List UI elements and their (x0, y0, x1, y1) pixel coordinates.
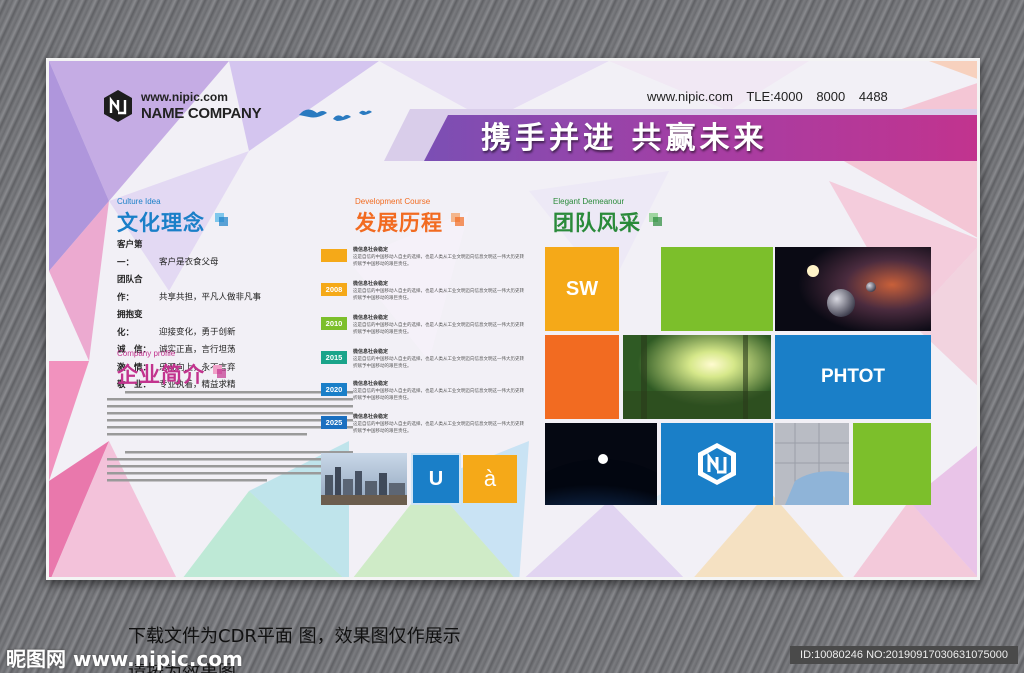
logo-url: www.nipic.com (141, 90, 228, 104)
hexagon-logo-icon (698, 443, 736, 485)
timeline-title: 微信息社会稳定 (353, 281, 389, 287)
timeline-body: 这是自信的中国移动人自主的选择，也是人类从工业文明迈向信息文明这一伟大历史转折赋… (353, 389, 524, 401)
year-badge: 2025 (321, 416, 347, 429)
watermark-id: ID:10080246 NO:20190917030631075000 (790, 646, 1018, 664)
culture-item: 拥抱变化： 迎接变化，勇于创新 (117, 310, 236, 338)
timeline-row: 2025 微信息社会稳定 这是自信的中国移动人自主的选择，也是人类从工业文明迈向… (321, 414, 527, 446)
development-cn-title: 发展历程 (355, 211, 443, 235)
birds-icon (299, 109, 372, 121)
square-icon (219, 217, 228, 226)
hexagon-logo-icon (104, 90, 132, 122)
timeline-title: 微信息社会稳定 (353, 381, 389, 387)
timeline-body: 这是自信的中国移动人自主的选择，也是人类从工业文明迈向信息文明这一伟大历史转折赋… (353, 323, 524, 335)
timeline-body: 这是自信的中国移动人自主的选择，也是人类从工业文明迈向信息文明这一伟大历史转折赋… (353, 357, 524, 369)
timeline-row: 2008 微信息社会稳定 这是自信的中国移动人自主的选择，也是人类从工业文明迈向… (321, 281, 527, 313)
orange-tile (545, 335, 619, 419)
team-en-title: Elegant Demeanour (553, 197, 625, 206)
timeline-row: 2020 微信息社会稳定 这是自信的中国移动人自主的选择，也是人类从工业文明迈向… (321, 381, 527, 413)
office-worker-photo (775, 423, 849, 505)
timeline-title: 微信息社会稳定 (353, 349, 389, 355)
year-badge: 2008 (321, 283, 347, 296)
square-icon (217, 369, 226, 378)
forest-sunlight-photo (623, 335, 771, 419)
timeline-title: 微信息社会稳定 (353, 315, 389, 321)
timeline-title: 微信息社会稳定 (353, 247, 389, 253)
logo-tile (661, 423, 773, 505)
letter-tile-a: à (463, 455, 517, 503)
square-icon (653, 217, 662, 226)
culture-item: 团队合作： 共享共担，平凡人做非凡事 (117, 275, 262, 303)
green-tile (661, 247, 773, 331)
timeline-row: 2015 微信息社会稳定 这是自信的中国移动人自主的选择，也是人类从工业文明迈向… (321, 349, 527, 381)
year-badge (321, 249, 347, 262)
development-en-title: Development Course (355, 197, 431, 206)
green-tile (853, 423, 931, 505)
timeline-body: 这是自信的中国移动人自主的选择，也是人类从工业文明迈向信息文明这一伟大历史转折赋… (353, 255, 524, 267)
display-board: www.nipic.com NAME COMPANY www.nipic.com… (46, 58, 980, 580)
logo-company-name: NAME COMPANY (141, 105, 262, 122)
culture-cn-title: 文化理念 (117, 211, 205, 235)
culture-en-title: Culture Idea (117, 197, 161, 206)
watermark-text: 昵图网 www.nipic.com (6, 647, 243, 671)
company-logo: www.nipic.com NAME COMPANY (101, 89, 262, 123)
contact-info: www.nipic.com TLE:4000 8000 4488 (647, 89, 888, 104)
profile-en-title: Company profile (117, 349, 176, 358)
square-icon (455, 217, 464, 226)
year-badge: 2020 (321, 383, 347, 396)
earth-sunrise-photo (545, 423, 657, 505)
letter-tile-u: U (413, 455, 459, 503)
phtot-tile: PHTOT (775, 335, 931, 419)
year-badge: 2015 (321, 351, 347, 364)
year-badge: 2010 (321, 317, 347, 330)
profile-cn-title: 企业简介 (117, 363, 205, 387)
timeline-row: 2010 微信息社会稳定 这是自信的中国移动人自主的选择，也是人类从工业文明迈向… (321, 315, 527, 347)
city-skyline-photo (321, 453, 407, 505)
timeline-title: 微信息社会稳定 (353, 414, 389, 420)
culture-item: 客户第一： 客户是衣食父母 (117, 240, 219, 268)
timeline-body: 这是自信的中国移动人自主的选择，也是人类从工业文明迈向信息文明这一伟大历史转折赋… (353, 422, 524, 434)
team-cn-title: 团队风采 (553, 211, 641, 235)
space-planets-photo (775, 247, 931, 331)
sw-tile: SW (545, 247, 619, 331)
slogan-title: 携手并进 共赢未来 (481, 121, 768, 156)
profile-text-lines (107, 391, 353, 482)
timeline-row: 微信息社会稳定 这是自信的中国移动人自主的选择，也是人类从工业文明迈向信息文明这… (321, 247, 527, 279)
timeline-body: 这是自信的中国移动人自主的选择，也是人类从工业文明迈向信息文明这一伟大历史转折赋… (353, 289, 524, 301)
